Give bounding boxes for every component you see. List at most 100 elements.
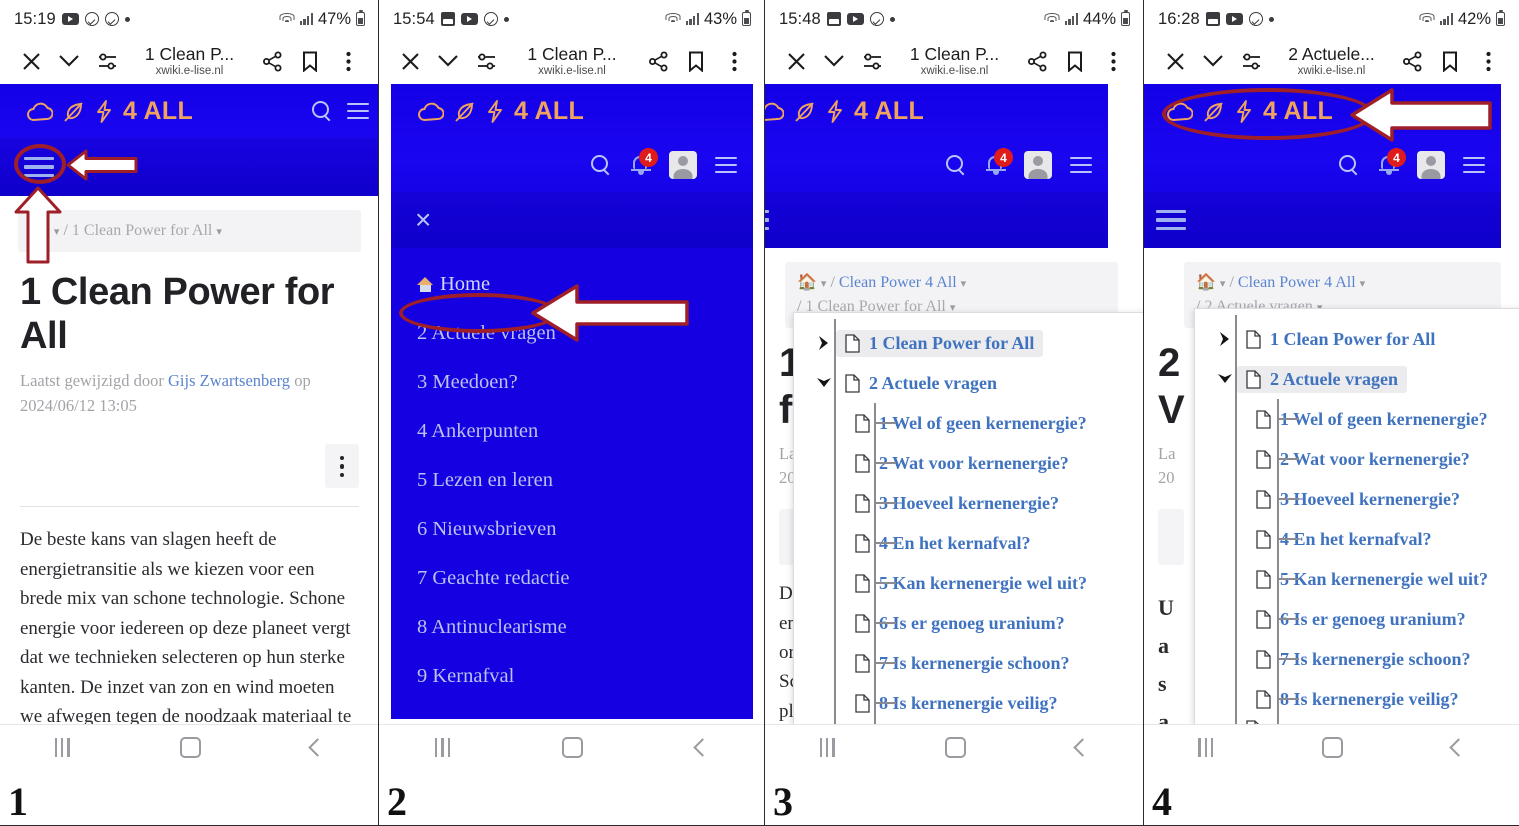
breadcrumb-home-icon[interactable]: 🏠 [797, 274, 817, 291]
breadcrumb-current[interactable]: 1 Clean Power for All [72, 222, 212, 239]
tree-node-label[interactable]: 1 Clean Power for All [1237, 326, 1444, 353]
share-icon[interactable] [639, 42, 677, 80]
site-logo[interactable]: 4 ALL [765, 97, 924, 126]
tree-child[interactable]: 2 Wat voor kernenergie? [1195, 439, 1519, 479]
tree-child[interactable]: 2 Wat voor kernenergie? [794, 443, 1144, 483]
avatar[interactable] [669, 151, 697, 179]
overflow-menu-icon[interactable] [1094, 42, 1132, 80]
overflow-menu-icon[interactable] [329, 42, 367, 80]
tree-node[interactable]: 1 Clean Power for All [794, 323, 1144, 363]
back-icon[interactable] [693, 738, 712, 757]
menu-icon[interactable] [715, 157, 737, 173]
close-drawer-icon[interactable]: × [415, 206, 431, 234]
drawer-toggle-icon[interactable] [24, 156, 54, 178]
back-icon[interactable] [1073, 738, 1092, 757]
tree-child[interactable]: 8 Is kernenergie veilig? [794, 683, 1144, 723]
menu-icon[interactable] [1463, 157, 1485, 173]
tree-node-label[interactable]: 2 Actuele vragen [1237, 365, 1407, 393]
tree-node-label[interactable]: 1 Clean Power for All [836, 329, 1044, 357]
overflow-menu-icon[interactable] [1469, 42, 1507, 80]
breadcrumb-home-icon[interactable]: 🏠 [30, 222, 50, 239]
bookmark-icon[interactable] [677, 42, 715, 80]
breadcrumb-link[interactable]: Clean Power 4 All [839, 274, 957, 291]
site-logo[interactable]: 4 ALL [1166, 97, 1333, 126]
close-icon[interactable] [777, 42, 815, 80]
chevron-right-icon[interactable] [812, 333, 836, 353]
bookmark-icon[interactable] [291, 42, 329, 80]
tree-child[interactable]: 3 Hoeveel kernenergie? [794, 483, 1144, 523]
back-icon[interactable] [1448, 738, 1468, 757]
tree-child[interactable]: 5 Kan kernenergie wel uit? [1195, 559, 1519, 599]
tree-child[interactable]: 7 Is kernenergie schoon? [794, 643, 1144, 683]
tree-node[interactable]: 2 Actuele vragen [1195, 359, 1519, 399]
drawer-toggle-icon[interactable] [1156, 209, 1186, 231]
tree-child[interactable]: 6 Is er genoeg uranium? [1195, 599, 1519, 639]
recents-icon[interactable] [55, 738, 70, 757]
sidebar-item-ankerpunten[interactable]: 4 Ankerpunten [391, 407, 753, 456]
search-icon[interactable] [1338, 154, 1360, 176]
tree-node[interactable]: 2 Actuele vragen [794, 363, 1144, 403]
close-icon[interactable] [1156, 42, 1194, 80]
home-icon[interactable] [1321, 737, 1343, 758]
recents-icon[interactable] [1198, 738, 1213, 757]
tree-child[interactable]: 5 Kan kernenergie wel uit? [794, 563, 1144, 603]
breadcrumb-link[interactable]: Clean Power 4 All [1238, 274, 1356, 291]
tree-child[interactable]: 8 Is kernenergie veilig? [1195, 679, 1519, 719]
home-icon[interactable] [562, 737, 584, 758]
breadcrumb-home-icon[interactable]: 🏠 [1196, 274, 1216, 291]
avatar[interactable] [1417, 151, 1445, 179]
home-icon[interactable] [944, 737, 966, 758]
tree-child[interactable]: 6 Is er genoeg uranium? [794, 603, 1144, 643]
share-icon[interactable] [1018, 42, 1056, 80]
meta-author-link[interactable]: Gijs Zwartsenberg [168, 371, 290, 390]
site-logo[interactable]: 4 ALL [26, 97, 193, 126]
sidebar-item-home[interactable]: Home [391, 260, 753, 309]
share-icon[interactable] [1393, 42, 1431, 80]
recents-icon[interactable] [820, 738, 835, 757]
chevron-down-icon[interactable] [815, 42, 853, 80]
overflow-menu-icon[interactable] [715, 42, 753, 80]
page-actions-button-peek[interactable] [1158, 509, 1184, 566]
chevron-down-icon[interactable] [1213, 369, 1237, 389]
sidebar-item-kernafval[interactable]: 9 Kernafval [391, 652, 753, 701]
sidebar-item-antinuclearisme[interactable]: 8 Antinuclearisme [391, 603, 753, 652]
chevron-down-icon[interactable] [50, 42, 88, 80]
tree-child[interactable]: 3 Hoeveel kernenergie? [1195, 479, 1519, 519]
tree-child[interactable]: 4 En het kernafval? [794, 523, 1144, 563]
site-logo[interactable]: 4 ALL [417, 97, 584, 126]
bookmark-icon[interactable] [1056, 42, 1094, 80]
menu-icon[interactable] [1070, 157, 1092, 173]
drawer-toggle-icon[interactable] [765, 209, 769, 231]
sidebar-item-geachte-redactie[interactable]: 7 Geachte redactie [391, 554, 753, 603]
menu-icon[interactable] [347, 103, 369, 119]
chevron-down-icon[interactable] [1194, 42, 1232, 80]
tree-child[interactable]: 7 Is kernenergie schoon? [1195, 639, 1519, 679]
chevron-right-icon[interactable] [1213, 329, 1237, 349]
notifications-icon[interactable]: 4 [1378, 148, 1406, 176]
notifications-icon[interactable]: 4 [630, 148, 658, 176]
back-icon[interactable] [308, 738, 327, 757]
recents-icon[interactable] [435, 738, 450, 757]
avatar[interactable] [1024, 151, 1052, 179]
sidebar-item-nieuwsbrieven[interactable]: 6 Nieuwsbrieven [391, 505, 753, 554]
home-icon[interactable] [179, 737, 201, 758]
sidebar-item-lezen-en-leren[interactable]: 5 Lezen en leren [391, 456, 753, 505]
share-icon[interactable] [253, 42, 291, 80]
page-settings-icon[interactable] [1232, 42, 1270, 80]
page-settings-icon[interactable] [88, 42, 126, 80]
sidebar-item-actuele-vragen[interactable]: 2 Actuele vragen [391, 309, 753, 358]
tree-child[interactable]: 1 Wel of geen kernenergie? [1195, 399, 1519, 439]
bookmark-icon[interactable] [1431, 42, 1469, 80]
notifications-icon[interactable]: 4 [985, 148, 1013, 176]
tree-child[interactable]: 1 Wel of geen kernenergie? [794, 403, 1144, 443]
search-icon[interactable] [311, 100, 333, 122]
search-icon[interactable] [590, 154, 612, 176]
tree-node[interactable]: 1 Clean Power for All [1195, 319, 1519, 359]
close-icon[interactable] [12, 42, 50, 80]
sidebar-item-meedoen[interactable]: 3 Meedoen? [391, 358, 753, 407]
close-icon[interactable] [391, 42, 429, 80]
tree-node-label[interactable]: 2 Actuele vragen [836, 370, 1006, 397]
tree-child[interactable]: 4 En het kernafval? [1195, 519, 1519, 559]
search-icon[interactable] [945, 154, 967, 176]
page-settings-icon[interactable] [467, 42, 505, 80]
